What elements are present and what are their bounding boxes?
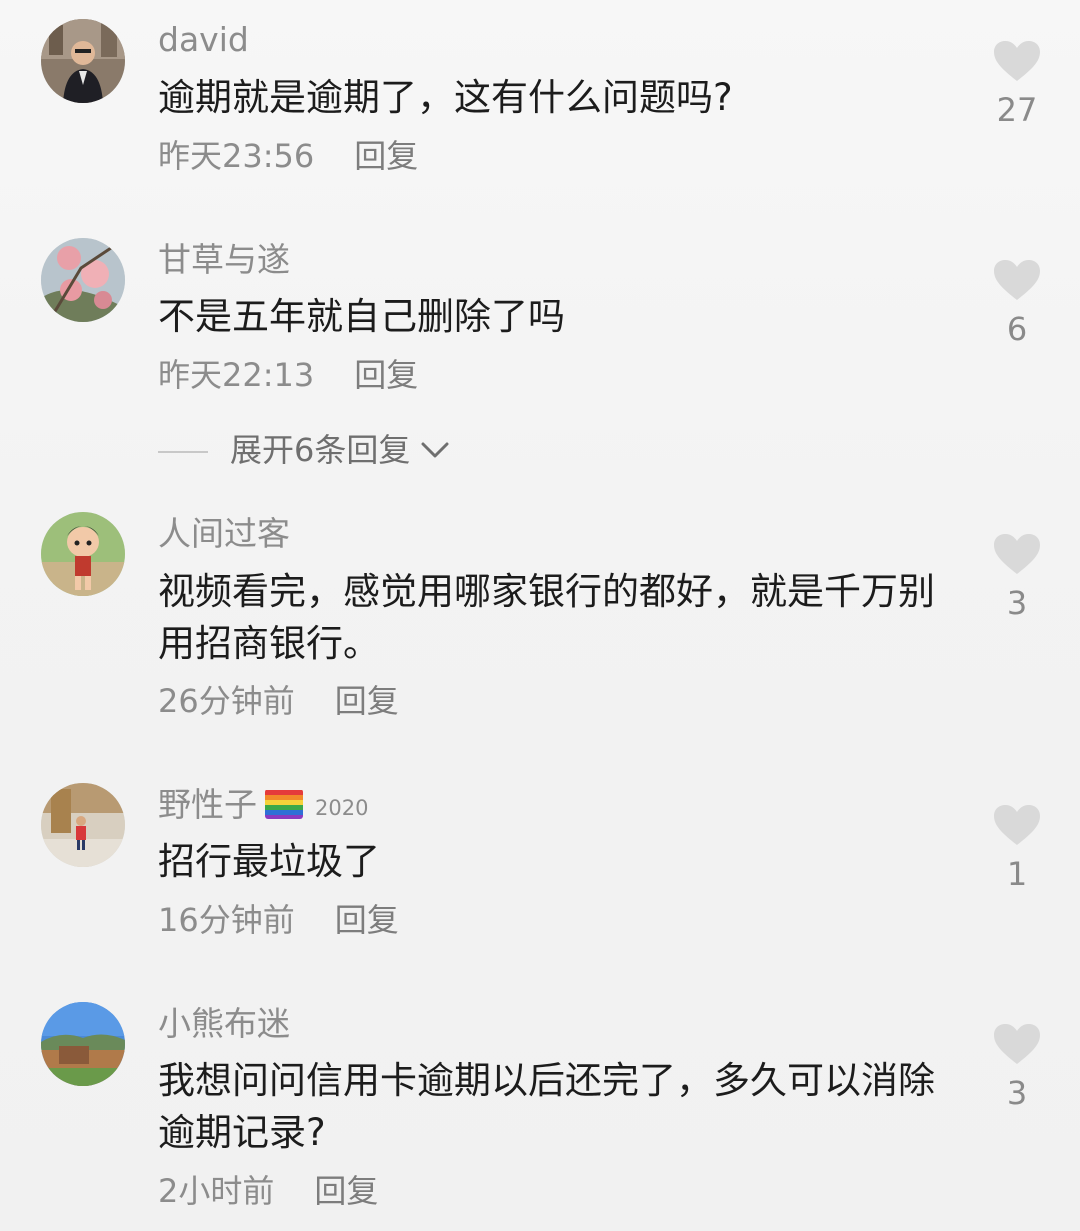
badge-year: 2020 [315,796,369,820]
avatar[interactable] [41,512,125,596]
username[interactable]: 甘草与遂 [158,240,290,280]
username[interactable]: 小熊布迷 [158,1004,290,1044]
expand-replies-button[interactable]: 展开6条回复 [158,430,449,470]
like-count: 3 [1006,584,1028,622]
chevron-down-icon [421,442,449,458]
divider-line [158,451,208,453]
comment-meta: 26分钟前 回复 [158,681,399,721]
rainbow-flag-icon [265,789,303,819]
like-button[interactable]: 27 [990,40,1044,128]
username-text: 野性子 [158,785,257,824]
comment-time: 26分钟前 [158,682,295,720]
heart-icon [994,534,1040,574]
like-button[interactable]: 1 [990,804,1044,892]
reply-button[interactable]: 回复 [354,136,418,176]
username[interactable]: 野性子 2020 [158,785,368,828]
comment-text: 视频看完，感觉用哪家银行的都好，就是千万别用招商银行。 [158,570,935,665]
avatar[interactable] [41,238,125,322]
comment-text: 我想问问信用卡逾期以后还完了，多久可以消除逾期记录? [158,1059,935,1154]
comment-time: 昨天22:13 [158,356,315,394]
reply-button[interactable]: 回复 [335,900,399,940]
comment-time: 2小时前 [158,1172,275,1210]
reply-button[interactable]: 回复 [354,355,418,395]
avatar[interactable] [41,19,125,103]
heart-icon [994,260,1040,300]
reply-button[interactable]: 回复 [314,1171,378,1211]
heart-icon [994,805,1040,845]
heart-icon [994,1024,1040,1064]
avatar[interactable] [41,1002,125,1086]
like-button[interactable]: 3 [990,1023,1044,1111]
like-button[interactable]: 3 [990,533,1044,621]
expand-replies-label: 展开6条回复 [230,431,411,469]
like-count: 6 [1006,310,1028,348]
like-count: 27 [996,91,1038,129]
heart-icon [994,41,1040,81]
like-count: 3 [1006,1074,1028,1112]
like-button[interactable]: 6 [990,259,1044,347]
avatar[interactable] [41,783,125,867]
comment-meta: 昨天22:13 回复 [158,355,418,395]
comment-meta: 2小时前 回复 [158,1171,378,1211]
comment-meta: 16分钟前 回复 [158,900,399,940]
comment-text: 逾期就是逾期了，这有什么问题吗? [158,76,733,119]
username[interactable]: david [158,20,249,60]
comment-time: 16分钟前 [158,901,295,939]
comment-text: 不是五年就自己删除了吗 [158,295,565,338]
comment-meta: 昨天23:56 回复 [158,136,418,176]
reply-button[interactable]: 回复 [335,681,399,721]
comment-text: 招行最垃圾了 [158,840,380,883]
like-count: 1 [1006,855,1028,893]
username[interactable]: 人间过客 [158,514,290,554]
comment-time: 昨天23:56 [158,137,315,175]
